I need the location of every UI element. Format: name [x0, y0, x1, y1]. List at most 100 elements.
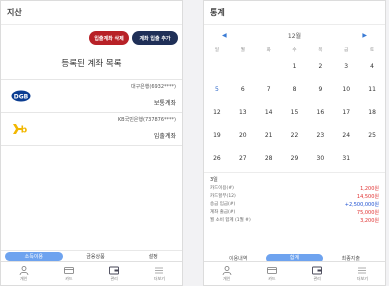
wallet-icon — [312, 266, 323, 274]
add-account-button[interactable]: 계좌 입출 추가 — [132, 31, 178, 45]
summary-label: 월 소비 합계 (1월 #) — [210, 218, 251, 223]
calendar-day[interactable]: 12 — [204, 109, 230, 116]
calendar-day[interactable]: 14 — [256, 109, 282, 116]
accounts-screen: 지산 입출계좌 삭제 계좌 입출 추가 등록된 계좌 목록 DGB 대구은행(6… — [0, 0, 183, 286]
nav-label: 카드 — [268, 275, 276, 281]
account-item[interactable]: b KB국민은행(737876****) 입출계좌 — [1, 113, 182, 146]
account-type: 보통계좌 — [153, 100, 176, 107]
kb-logo-icon: b — [11, 122, 31, 136]
calendar-week: 1 2 3 4 — [204, 55, 385, 78]
menu-icon — [358, 267, 367, 273]
nav-label: 관리 — [110, 275, 118, 281]
month-label: 12월 — [287, 32, 302, 40]
weekday-label: 화 — [266, 48, 271, 53]
weekday-label: 금 — [344, 48, 349, 53]
delete-account-button[interactable]: 입출계좌 삭제 — [89, 31, 129, 45]
weekday-label: 목 — [318, 48, 323, 53]
calendar-day[interactable]: 17 — [333, 109, 359, 116]
calendar-day[interactable]: 1 — [282, 63, 308, 70]
summary-value: 75,000원 — [356, 209, 379, 216]
nav-item-manage[interactable]: 관리 — [92, 262, 137, 285]
calendar-day[interactable]: 21 — [256, 132, 282, 139]
account-actions: 입출계좌 삭제 계좌 입출 추가 — [1, 25, 182, 51]
card-icon — [266, 266, 277, 274]
statistics-screen: 통계 ◀ 12월 ▶ 일 월 화 수 목 금 토 1 2 3 4 5 6 7 8… — [203, 0, 386, 286]
nav-item-card[interactable]: 카드 — [249, 262, 294, 285]
tab-usage[interactable]: 소득이용 — [5, 252, 63, 261]
bottom-nav: 개인 카드 관리 더보기 — [1, 261, 182, 285]
daily-summary: 3일 카드이용(#) 1,200원 카드할부(12) 14,500원 송금 입금… — [204, 172, 385, 224]
calendar-day[interactable]: 7 — [256, 86, 282, 93]
calendar-day[interactable]: 31 — [333, 155, 359, 162]
summary-value: 14,500원 — [356, 193, 379, 200]
summary-row: 월 소비 합계 (1월 #) 3,200원 — [210, 216, 379, 224]
summary-label: 카드이용(#) — [210, 186, 234, 191]
weekday-label: 일 — [214, 48, 219, 53]
nav-label: 개인 — [222, 275, 231, 281]
calendar-day[interactable]: 29 — [282, 155, 308, 162]
calendar-day[interactable]: 24 — [333, 132, 359, 139]
calendar-day[interactable]: 4 — [359, 63, 385, 70]
account-list: DGB 대구은행(6932****) 보통계좌 b KB국민은행(737876*… — [1, 79, 182, 146]
nav-label: 더보기 — [153, 275, 165, 281]
calendar-day[interactable]: 5 — [204, 86, 230, 93]
summary-value: +2,500,000원 — [344, 201, 379, 208]
weekday-label: 수 — [292, 48, 297, 53]
calendar-day[interactable]: 26 — [204, 155, 230, 162]
calendar-day[interactable]: 25 — [359, 132, 385, 139]
weekday-label: 토 — [370, 48, 375, 53]
section-title: 등록된 계좌 목록 — [61, 59, 122, 69]
nav-label: 더보기 — [356, 275, 368, 281]
calendar-day[interactable]: 20 — [230, 132, 256, 139]
calendar-day[interactable]: 9 — [307, 86, 333, 93]
calendar-day[interactable]: 6 — [230, 86, 256, 93]
weekday-label: 월 — [240, 48, 245, 53]
nav-label: 개인 — [19, 275, 28, 281]
calendar-day[interactable]: 8 — [282, 86, 308, 93]
prev-month-icon[interactable]: ◀ — [222, 32, 227, 39]
calendar-week: 5 6 7 8 9 10 11 — [204, 78, 385, 101]
nav-item-more[interactable]: 더보기 — [340, 262, 385, 285]
calendar-week: 19 20 21 22 23 24 25 — [204, 124, 385, 147]
nav-label: 관리 — [313, 275, 321, 281]
next-month-icon[interactable]: ▶ — [362, 32, 367, 39]
dgb-logo-icon: DGB — [11, 89, 31, 103]
summary-label: 송금 입금(#) — [210, 202, 236, 207]
nav-item-more[interactable]: 더보기 — [137, 262, 182, 285]
nav-item-person[interactable]: 개인 — [1, 262, 46, 285]
weekday-row: 일 월 화 수 목 금 토 — [204, 45, 385, 55]
calendar-day[interactable]: 16 — [307, 109, 333, 116]
calendar-day[interactable]: 11 — [359, 86, 385, 93]
nav-item-manage[interactable]: 관리 — [295, 262, 340, 285]
calendar-day[interactable]: 15 — [282, 109, 308, 116]
calendar-header: ◀ 12월 ▶ — [204, 25, 385, 45]
person-icon — [19, 265, 29, 275]
calendar-day[interactable]: 3 — [333, 63, 359, 70]
nav-label: 카드 — [65, 275, 73, 281]
calendar-day[interactable]: 27 — [230, 155, 256, 162]
calendar-day[interactable]: 19 — [204, 132, 230, 139]
nav-item-person[interactable]: 개인 — [204, 262, 249, 285]
bottom-nav: 개인 카드 관리 더보기 — [204, 261, 385, 285]
svg-text:b: b — [21, 126, 28, 136]
summary-row: 송금 입금(#) +2,500,000원 — [210, 200, 379, 208]
calendar-day[interactable]: 13 — [230, 109, 256, 116]
account-item[interactable]: DGB 대구은행(6932****) 보통계좌 — [1, 80, 182, 113]
account-name: KB국민은행(737876****) — [117, 117, 176, 123]
summary-row: 계좌 출금(#) 75,000원 — [210, 208, 379, 216]
calendar-day[interactable]: 23 — [307, 132, 333, 139]
person-icon — [222, 265, 232, 275]
calendar-day[interactable]: 22 — [282, 132, 308, 139]
calendar-day[interactable]: 28 — [256, 155, 282, 162]
calendar-day[interactable]: 10 — [333, 86, 359, 93]
summary-date: 3일 — [210, 177, 218, 183]
calendar-day[interactable]: 18 — [359, 109, 385, 116]
svg-text:DGB: DGB — [14, 93, 29, 100]
summary-label: 카드할부(12) — [210, 194, 236, 199]
summary-value: 3,200원 — [360, 217, 379, 224]
nav-item-card[interactable]: 카드 — [46, 262, 91, 285]
card-icon — [63, 266, 74, 274]
calendar-day[interactable]: 30 — [307, 155, 333, 162]
summary-label: 계좌 출금(#) — [210, 210, 236, 215]
calendar-day[interactable]: 2 — [307, 63, 333, 70]
